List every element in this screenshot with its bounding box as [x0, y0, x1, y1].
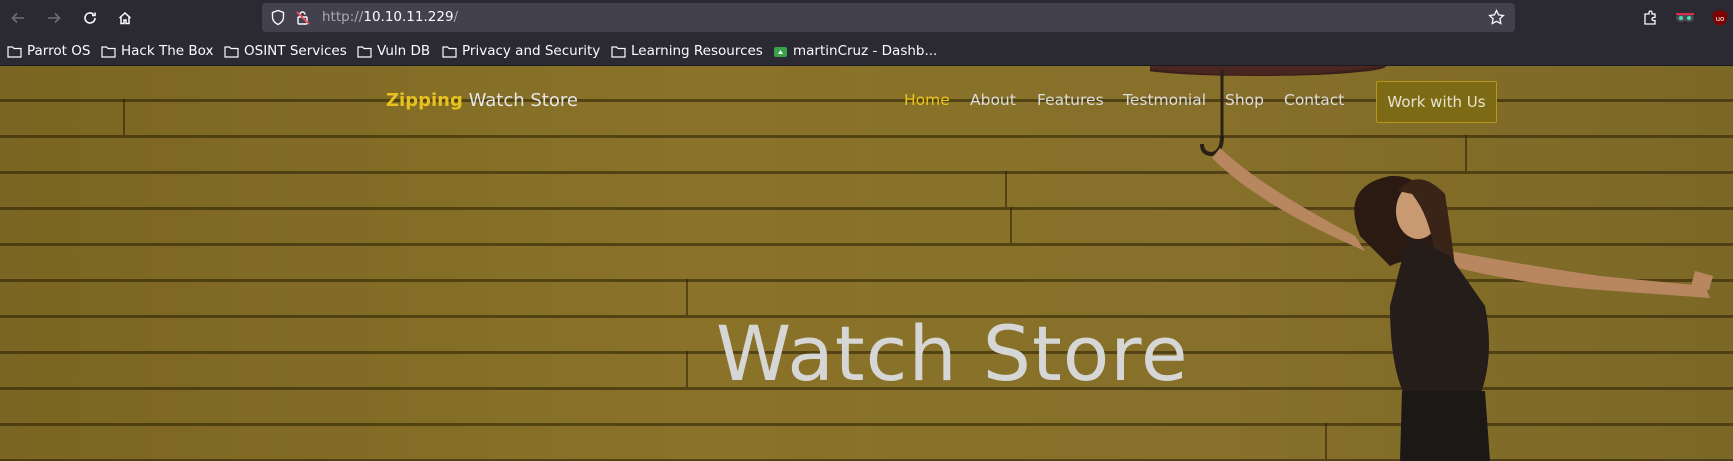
nav-contact[interactable]: Contact	[1284, 91, 1344, 109]
home-icon[interactable]	[111, 4, 139, 32]
wood-seam	[1010, 207, 1012, 243]
forward-icon[interactable]	[40, 4, 68, 32]
bookmark-label: martinCruz - Dashb...	[793, 43, 938, 59]
website-hero: Zipping Watch Store Home About Features …	[0, 66, 1733, 461]
bookmark-folder-parrot-os[interactable]: Parrot OS	[7, 42, 90, 60]
nav-home[interactable]: Home	[904, 91, 950, 109]
hero-title: Watch Store	[716, 309, 1189, 398]
woman-with-umbrella-image	[1150, 66, 1713, 461]
bookmark-folder-hack-the-box[interactable]: Hack The Box	[101, 42, 213, 60]
bookmark-label: Learning Resources	[631, 43, 763, 59]
bookmark-label: Vuln DB	[377, 43, 431, 59]
url-host: 10.10.11.229	[363, 9, 454, 25]
folder-icon	[357, 45, 372, 58]
extensions-icon[interactable]	[1636, 4, 1664, 32]
bookmarks-bar: Parrot OS Hack The Box OSINT Services Vu…	[0, 35, 1733, 66]
bookmark-martincruz-dashboard[interactable]: martinCruz - Dashb...	[773, 42, 937, 60]
bookmark-folder-learning-resources[interactable]: Learning Resources	[611, 42, 763, 60]
nav-testmonial[interactable]: Testmonial	[1123, 91, 1206, 109]
bookmark-folder-osint-services[interactable]: OSINT Services	[224, 42, 347, 60]
url-protocol: http://	[322, 9, 364, 25]
ublock-origin-icon[interactable]: uo	[1706, 4, 1733, 32]
wood-seam	[686, 279, 688, 315]
svg-text:uo: uo	[1716, 15, 1725, 23]
address-bar[interactable]: http://10.10.11.229/	[262, 3, 1515, 32]
folder-icon	[7, 45, 22, 58]
work-with-us-button[interactable]: Work with Us	[1376, 81, 1497, 123]
bookmark-label: OSINT Services	[244, 43, 347, 59]
nav-shop[interactable]: Shop	[1225, 91, 1264, 109]
bookmark-folder-privacy-and-security[interactable]: Privacy and Security	[442, 42, 600, 60]
insecure-lock-icon[interactable]	[295, 9, 311, 30]
wood-seam	[123, 99, 125, 135]
reload-icon[interactable]	[76, 4, 104, 32]
dashboard-favicon-icon	[773, 45, 788, 58]
site-brand-logo[interactable]: Zipping Watch Store	[386, 90, 578, 111]
bookmark-label: Privacy and Security	[462, 43, 601, 59]
brand-accent-text: Zipping	[386, 90, 463, 111]
brand-text: Watch Store	[462, 90, 578, 111]
url-path: /	[453, 9, 459, 25]
nav-features[interactable]: Features	[1037, 91, 1104, 109]
folder-icon	[224, 45, 239, 58]
back-icon[interactable]	[4, 4, 32, 32]
bookmark-folder-vuln-db[interactable]: Vuln DB	[357, 42, 430, 60]
bookmark-star-icon[interactable]	[1488, 8, 1505, 30]
wood-seam	[686, 351, 688, 387]
bookmark-label: Hack The Box	[121, 43, 214, 59]
folder-icon	[611, 45, 626, 58]
wood-seam	[1005, 171, 1007, 207]
folder-icon	[442, 45, 457, 58]
bookmark-label: Parrot OS	[27, 43, 91, 59]
folder-icon	[101, 45, 116, 58]
browser-toolbar: http://10.10.11.229/ uo	[0, 0, 1733, 35]
nav-about[interactable]: About	[970, 91, 1016, 109]
mask-extension-icon[interactable]	[1671, 4, 1699, 32]
url-text[interactable]: http://10.10.11.229/	[322, 9, 458, 25]
tracking-protection-icon[interactable]	[270, 9, 286, 30]
